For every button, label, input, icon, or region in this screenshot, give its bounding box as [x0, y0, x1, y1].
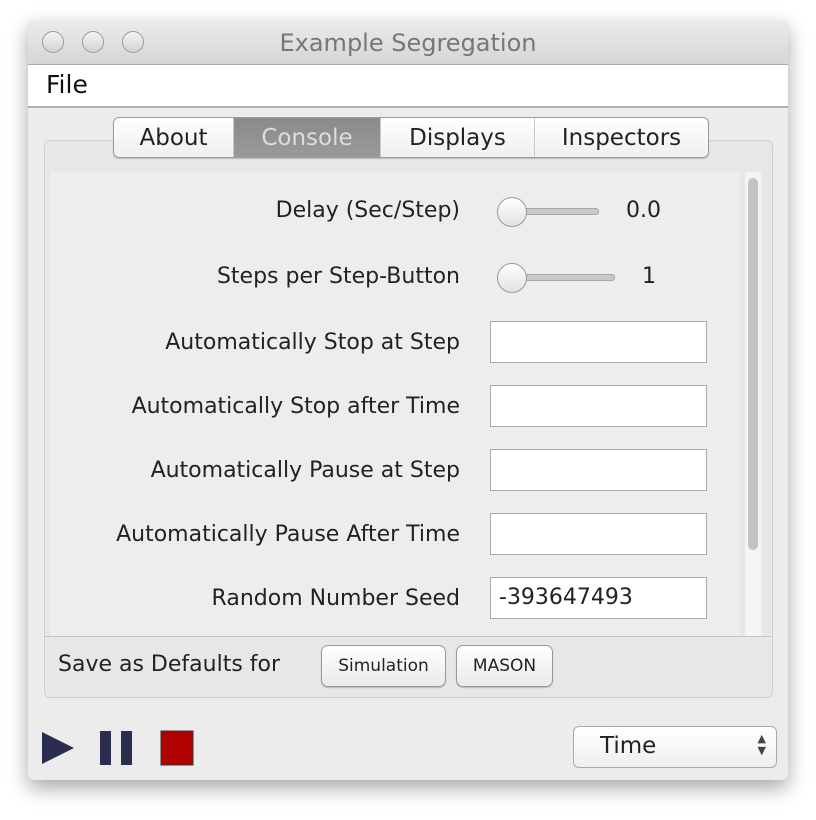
delay-value: 0.0: [626, 198, 661, 223]
window-title: Example Segregation: [279, 29, 537, 57]
scrollbar-thumb[interactable]: [748, 178, 758, 550]
stop-at-step-label: Automatically Stop at Step: [165, 330, 460, 355]
divider: [44, 636, 771, 637]
steps-value: 1: [642, 264, 656, 289]
stop-after-time-label: Automatically Stop after Time: [131, 394, 460, 419]
menu-bar: File: [28, 65, 788, 108]
stop-at-step-field[interactable]: [490, 321, 707, 363]
save-defaults-label: Save as Defaults for: [58, 652, 281, 677]
seed-field[interactable]: -393647493: [490, 577, 707, 619]
pause-after-time-field[interactable]: [490, 513, 707, 555]
delay-slider-knob[interactable]: [497, 197, 527, 227]
steps-slider-knob[interactable]: [497, 263, 527, 293]
pause-at-step-field[interactable]: [490, 449, 707, 491]
pause-at-step-label: Automatically Pause at Step: [150, 458, 460, 483]
tab-about[interactable]: About: [114, 118, 234, 157]
save-mason-button[interactable]: MASON: [456, 645, 553, 687]
tab-displays[interactable]: Displays: [381, 118, 535, 157]
pause-after-time-label: Automatically Pause After Time: [116, 522, 460, 547]
menu-file[interactable]: File: [46, 70, 88, 99]
seed-label: Random Number Seed: [211, 586, 460, 611]
delay-label: Delay (Sec/Step): [275, 198, 460, 223]
title-bar: Example Segregation: [28, 20, 788, 65]
time-select[interactable]: Time ▲ ▼: [573, 726, 777, 768]
steps-label: Steps per Step-Button: [216, 264, 460, 289]
tab-bar: About Console Displays Inspectors: [113, 117, 709, 158]
pause-icon[interactable]: [99, 730, 135, 766]
updown-arrows-icon: ▲ ▼: [757, 732, 766, 757]
tab-inspectors[interactable]: Inspectors: [535, 118, 708, 157]
stop-after-time-field[interactable]: [490, 385, 707, 427]
save-simulation-button[interactable]: Simulation: [321, 645, 446, 687]
play-icon[interactable]: [40, 730, 76, 766]
time-select-value: Time: [600, 733, 657, 759]
vertical-scrollbar[interactable]: [745, 172, 761, 636]
stop-icon[interactable]: [160, 730, 194, 766]
app-window: Example Segregation File About Console D…: [28, 20, 788, 780]
tab-console[interactable]: Console: [234, 118, 381, 157]
